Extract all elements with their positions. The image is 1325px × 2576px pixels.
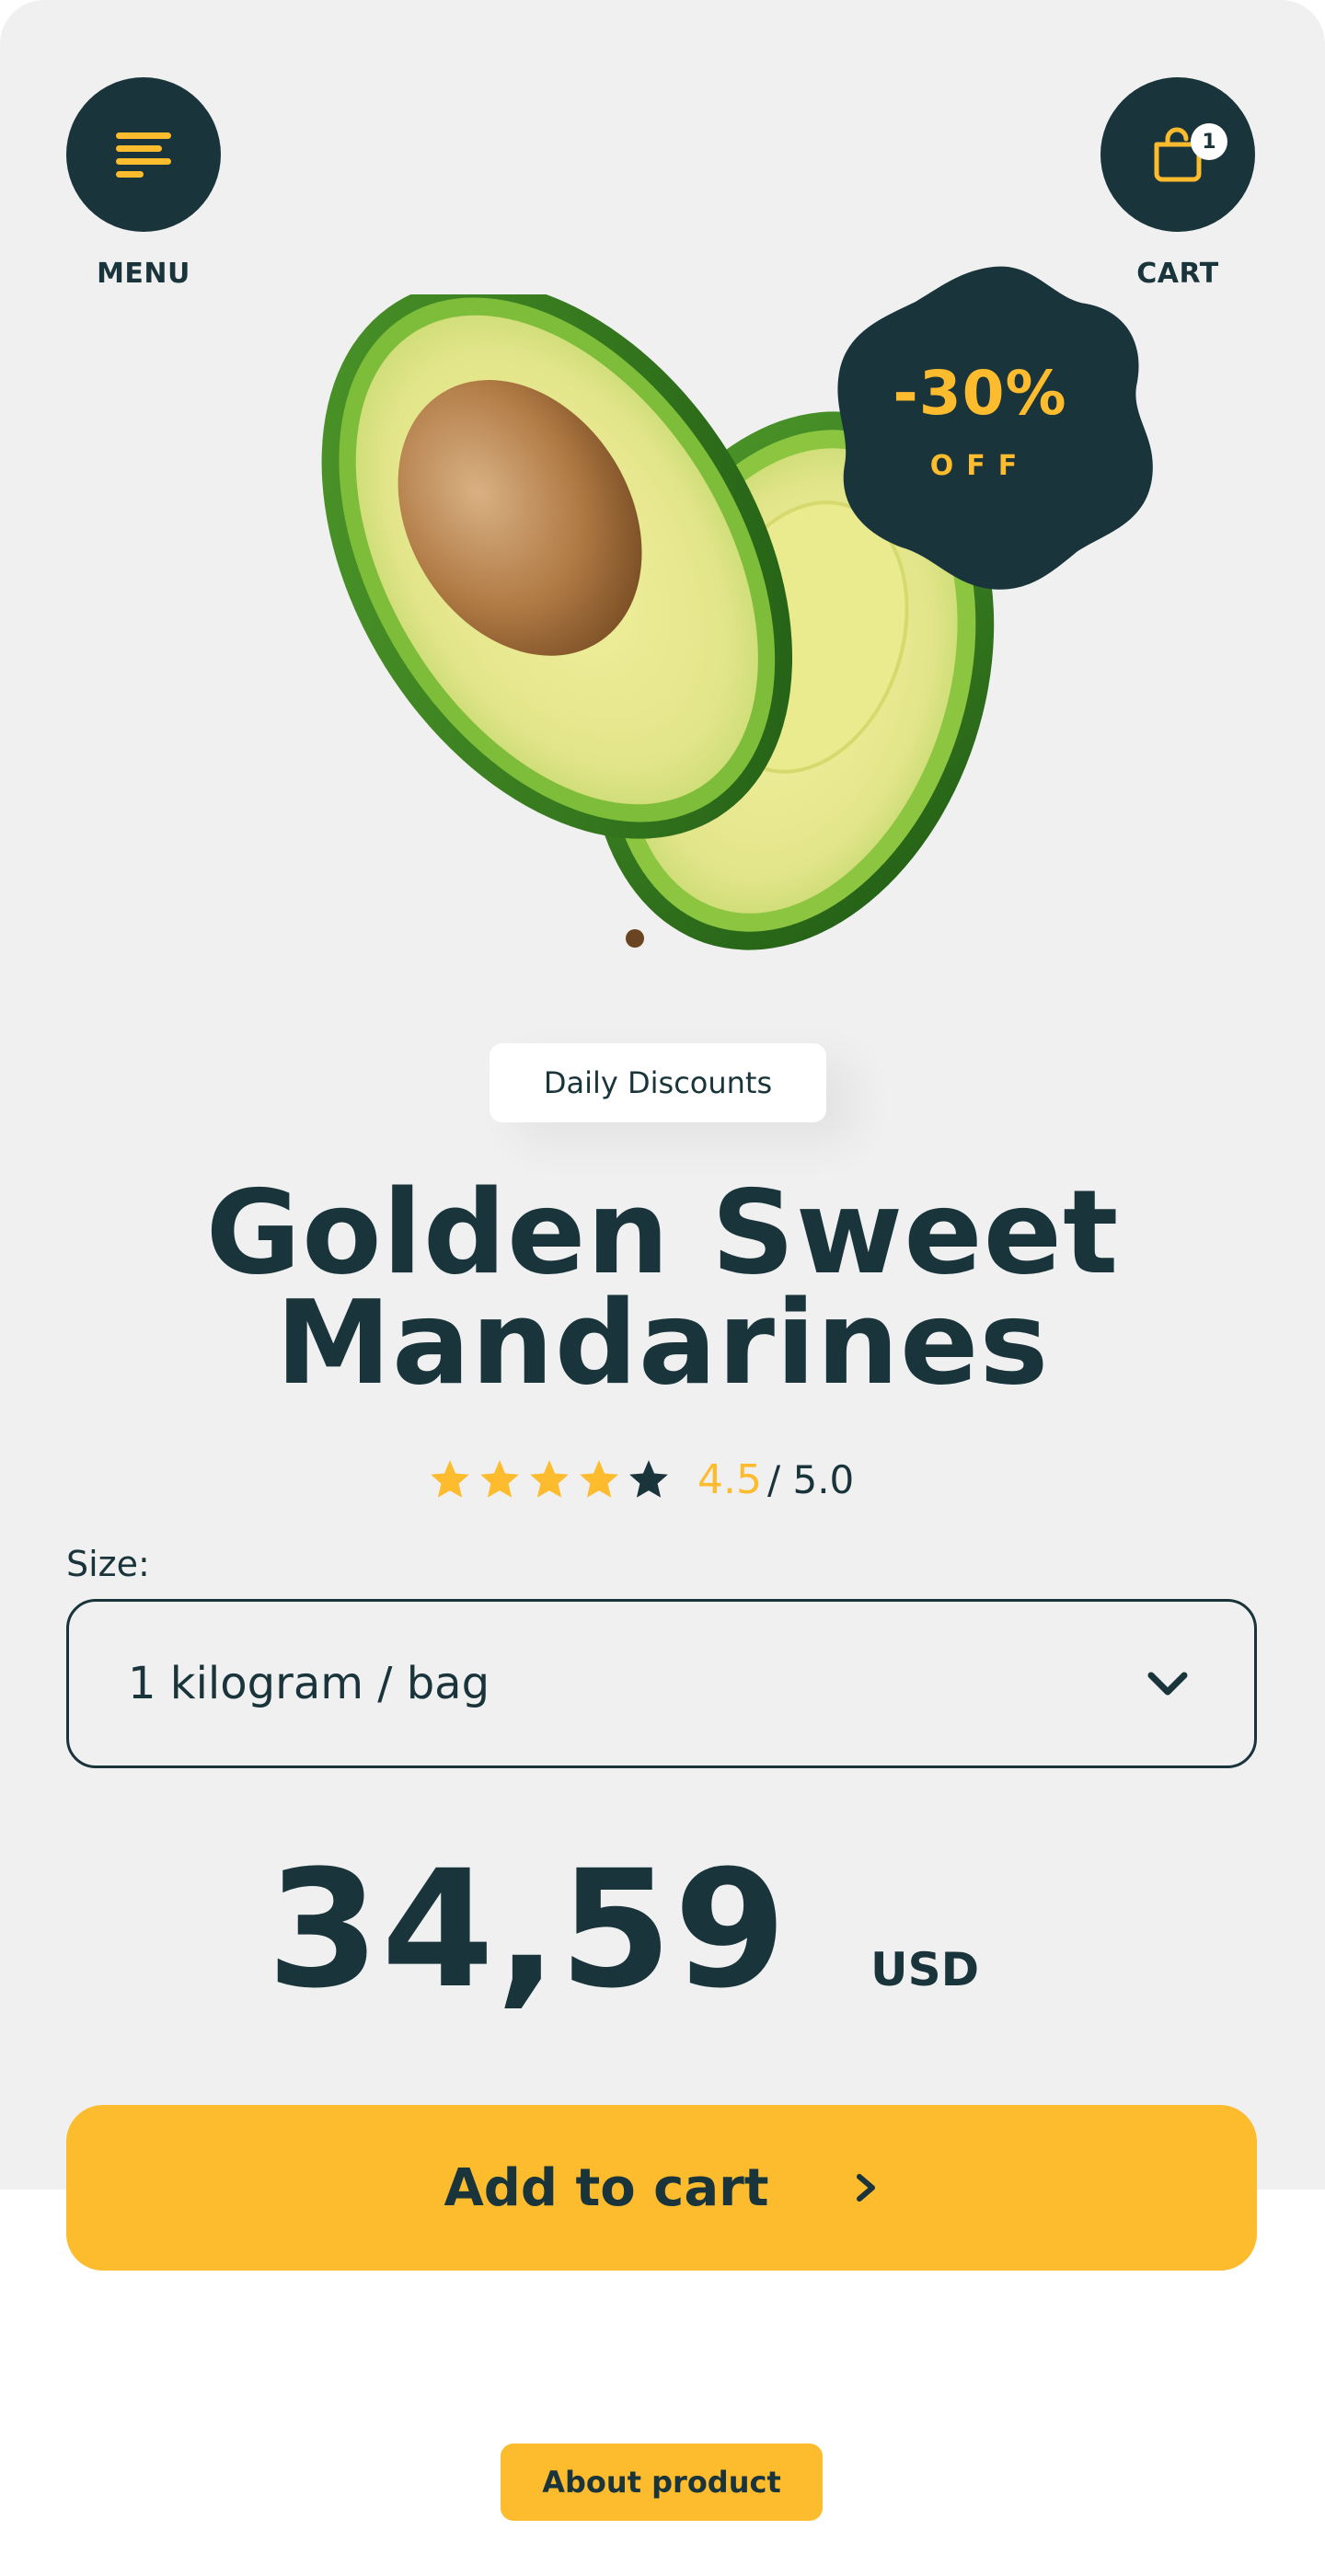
add-to-cart-button[interactable]: Add to cart <box>66 2105 1257 2271</box>
price-currency: USD <box>870 1943 980 1996</box>
rating-value: 4.5 <box>697 1455 762 1503</box>
product-title-line-1: Golden Sweet <box>205 1165 1120 1300</box>
product-title-line-2: Mandarines <box>275 1275 1050 1410</box>
chevron-right-icon <box>856 2174 875 2202</box>
product-rating: 4.5 / 5.0 <box>427 1452 854 1507</box>
size-selected-value: 1 kilogram / bag <box>128 1658 490 1709</box>
daily-discounts-tag: Daily Discounts <box>490 1043 826 1122</box>
about-product-button[interactable]: About product <box>501 2444 823 2521</box>
size-select[interactable]: 1 kilogram / bag <box>66 1599 1257 1768</box>
cart-count-badge: 1 <box>1191 123 1227 160</box>
star-icon <box>530 1460 569 1498</box>
cart-circle[interactable]: 1 <box>1100 77 1255 232</box>
menu-button[interactable]: MENU <box>66 77 221 290</box>
star-icon <box>480 1460 519 1498</box>
product-title: Golden Sweet Mandarines <box>110 1165 1215 1410</box>
discount-percent: -30% <box>893 358 1067 429</box>
chevron-down-icon <box>1147 1672 1188 1696</box>
star-icon <box>431 1460 469 1498</box>
add-to-cart-label: Add to cart <box>444 2157 769 2218</box>
price-amount: 34,59 <box>267 1835 789 2024</box>
rating-max: / 5.0 <box>766 1456 855 1502</box>
star-empty-icon <box>629 1460 668 1498</box>
menu-circle[interactable] <box>66 77 221 232</box>
menu-label: MENU <box>97 258 190 290</box>
menu-icon <box>116 132 171 178</box>
star-icon <box>580 1460 618 1498</box>
product-page: MENU 1 CART -30% OFF Daily Discounts Gol… <box>0 0 1325 2576</box>
size-label: Size: <box>66 1544 150 1584</box>
discount-off-label: OFF <box>929 450 1031 482</box>
